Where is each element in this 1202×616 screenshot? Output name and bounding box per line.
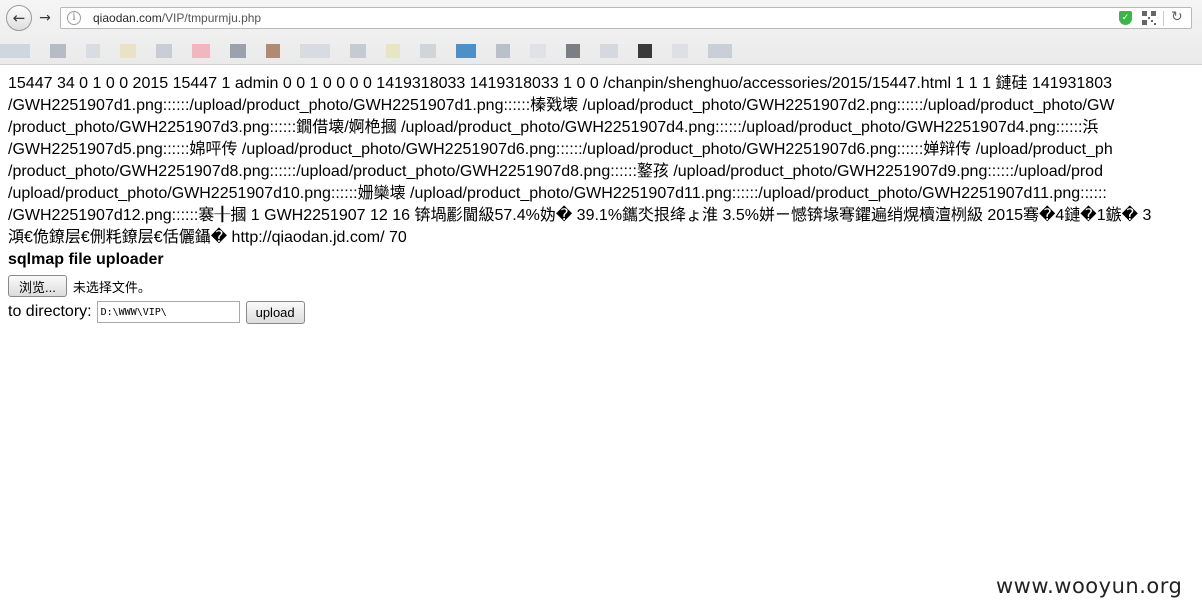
bookmark-item[interactable] — [530, 44, 546, 58]
bookmark-item[interactable] — [156, 44, 172, 58]
bookmark-item[interactable] — [386, 44, 400, 58]
bookmark-item[interactable] — [266, 44, 280, 58]
bookmark-item[interactable] — [600, 44, 618, 58]
bookmarks-bar — [0, 44, 800, 58]
dump-line: /GWH2251907d1.png::::::/upload/product_p… — [8, 97, 1115, 114]
back-arrow-icon[interactable]: ← — [6, 5, 32, 31]
bookmark-item[interactable] — [420, 44, 436, 58]
bookmark-item[interactable] — [192, 44, 210, 58]
bookmark-item[interactable] — [638, 44, 652, 58]
qr-code-icon[interactable] — [1142, 11, 1156, 25]
directory-label: to directory: — [8, 303, 92, 320]
file-picker-row: 浏览... 未选择文件。 — [8, 273, 1202, 299]
dump-line: 澒€佹鐐层€侀粍鐐层€佸儷鑷� http://qiaodan.jd.com/ 7… — [8, 229, 407, 246]
forward-arrow-icon[interactable]: → — [34, 7, 56, 29]
uploader-title: sqlmap file uploader — [8, 251, 164, 268]
nav-buttons: ← → — [6, 5, 56, 31]
dump-line: /upload/product_photo/GWH2251907d10.png:… — [8, 185, 1107, 202]
toolbar-divider — [1163, 11, 1164, 26]
info-icon[interactable]: i — [67, 11, 81, 25]
bookmark-item[interactable] — [50, 44, 66, 58]
directory-input[interactable] — [96, 301, 240, 323]
bookmark-item[interactable] — [708, 44, 732, 58]
dump-line: /GWH2251907d5.png::::::婂呯传 /upload/produ… — [8, 141, 1113, 158]
bookmark-item[interactable] — [230, 44, 246, 58]
reload-icon[interactable]: ↻ — [1171, 9, 1183, 25]
bookmark-item[interactable] — [566, 44, 580, 58]
dump-line: 15447 34 0 1 0 0 2015 15447 1 admin 0 0 … — [8, 75, 1112, 92]
bookmark-item[interactable] — [0, 44, 30, 58]
sql-dump-output: 15447 34 0 1 0 0 2015 15447 1 admin 0 0 … — [8, 73, 1202, 249]
bookmark-item[interactable] — [86, 44, 100, 58]
shield-check-icon[interactable]: ✓ — [1119, 11, 1132, 25]
bookmark-item[interactable] — [300, 44, 330, 58]
page-content: 15447 34 0 1 0 0 2015 15447 1 admin 0 0 … — [8, 73, 1202, 325]
bookmark-item[interactable] — [120, 44, 136, 58]
bookmark-item[interactable] — [456, 44, 476, 58]
no-file-selected-text: 未选择文件。 — [72, 279, 151, 295]
url-path: /VIP/tmpurmju.php — [161, 11, 262, 25]
bookmark-item[interactable] — [672, 44, 688, 58]
browser-chrome: ← → i qiaodan.com/VIP/tmpurmju.php ✓ ↻ — [0, 0, 1202, 65]
dump-line: /GWH2251907d12.png::::::褰╂摑 1 GWH2251907… — [8, 207, 1152, 224]
upload-button[interactable]: upload — [245, 300, 305, 324]
bookmark-item[interactable] — [350, 44, 366, 58]
dump-line: /product_photo/GWH2251907d8.png::::::/up… — [8, 163, 1103, 180]
watermark: www.wooyun.org — [996, 574, 1183, 598]
directory-row: to directory: upload — [8, 299, 1202, 325]
url-text[interactable]: qiaodan.com/VIP/tmpurmju.php — [93, 11, 261, 25]
browse-button[interactable]: 浏览... — [8, 275, 67, 297]
dump-line: /product_photo/GWH2251907d3.png::::::鐗借壊… — [8, 119, 1099, 136]
bookmark-item[interactable] — [496, 44, 510, 58]
address-bar[interactable]: i qiaodan.com/VIP/tmpurmju.php ✓ ↻ — [60, 7, 1192, 29]
url-host: qiaodan.com — [93, 11, 162, 25]
